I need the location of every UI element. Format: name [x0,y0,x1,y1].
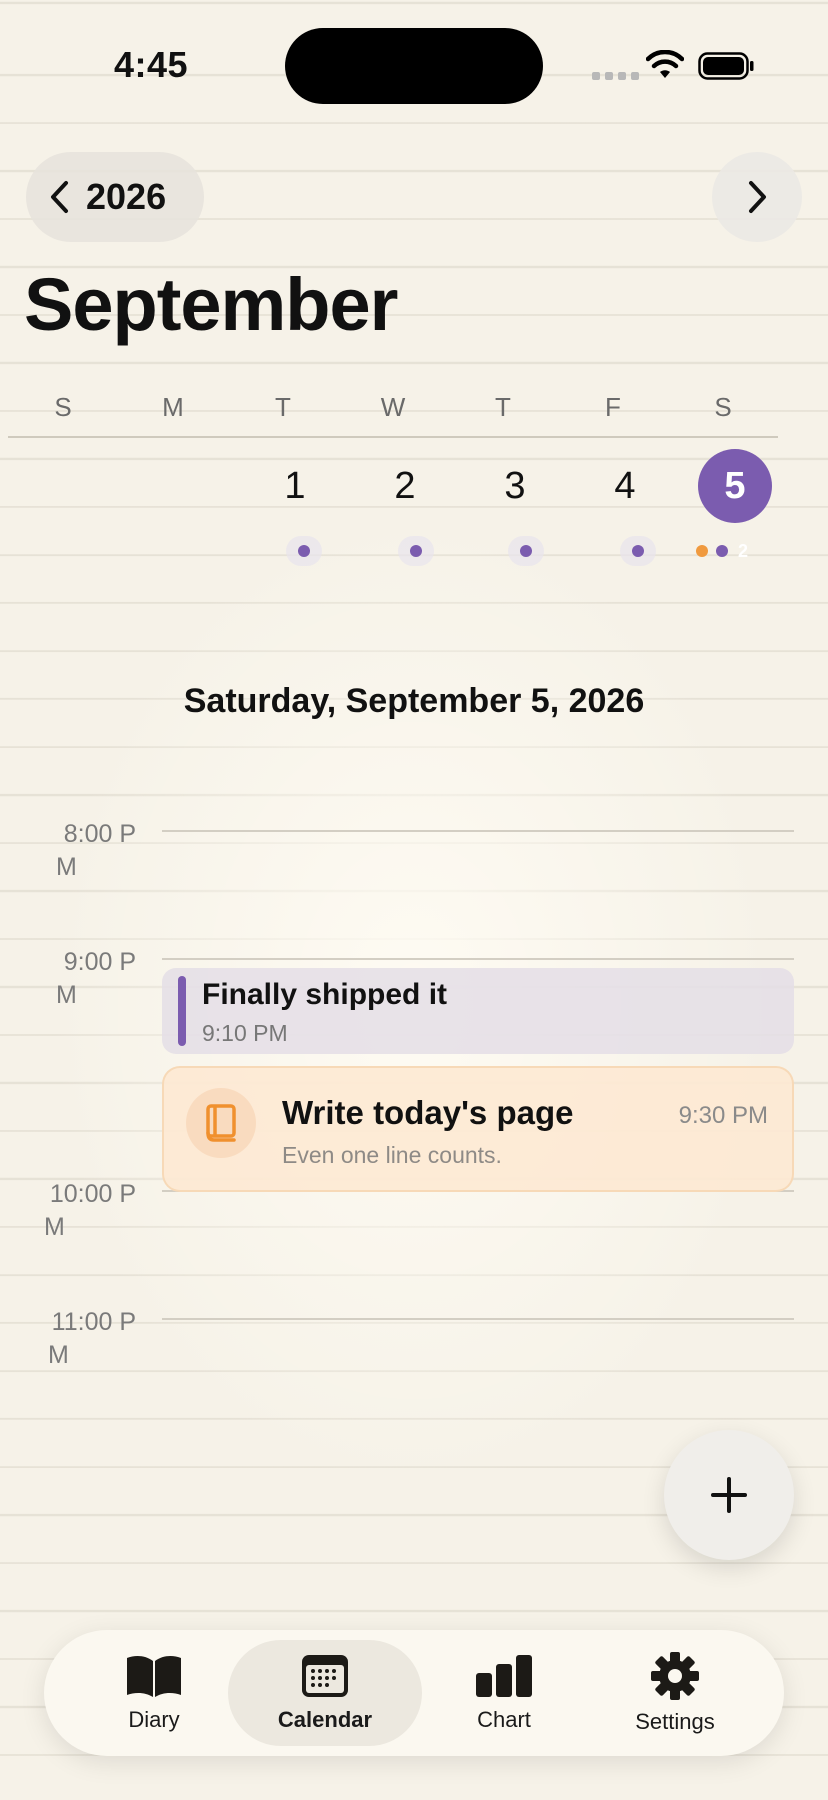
tab-settings[interactable]: Settings [610,1640,740,1746]
book-icon [186,1088,256,1158]
hour-label: 11:00 PM [48,1308,136,1369]
tab-chart[interactable]: Chart [444,1640,564,1746]
entry-title: Finally shipped it [202,978,448,1011]
week-days-row: 1 2 3 4 5 [8,446,778,526]
day-cell[interactable]: 1 [240,446,350,526]
day-cell[interactable]: 2 [350,446,460,526]
weekday-header: S M T W T F S [8,392,778,423]
entry-count: 2 [738,540,749,561]
tab-label: Settings [635,1709,715,1734]
entry-indicator [286,536,322,566]
battery-icon [698,52,754,80]
wifi-icon [646,50,684,78]
tab-label: Calendar [277,1707,373,1732]
chevron-left-icon [51,181,68,213]
weekday-label: T [275,392,291,422]
day-cell[interactable]: 3 [460,446,570,526]
entry-indicator [620,536,656,566]
weekday-label: S [714,392,732,422]
hour-line [162,1318,794,1320]
tab-bar: Diary Calendar Chart Settings [44,1630,784,1756]
weekday-label: S [54,392,72,422]
selected-date-heading: Saturday, September 5, 2026 [183,682,645,720]
calendar-icon [302,1655,348,1697]
bar-chart-icon [476,1655,532,1697]
day-cell[interactable]: 4 [570,446,680,526]
hour-line [162,830,794,832]
diary-entry-card[interactable]: Finally shipped it 9:10 PM [162,968,794,1054]
chevron-right-icon [749,181,766,213]
status-time: 4:45 [114,44,189,85]
add-entry-button[interactable] [664,1430,794,1560]
entry-indicator-multiple: 2 [696,536,748,566]
weekday-label: W [380,392,406,422]
weekday-label: M [162,392,184,422]
book-open-icon [127,1656,181,1697]
gear-icon [651,1652,699,1700]
entry-color-bar [178,976,186,1046]
reminder-card[interactable]: Write today's page Even one line counts.… [162,1066,794,1192]
tab-label: Chart [477,1707,531,1732]
weekday-label: T [495,392,511,422]
tab-label: Diary [128,1707,180,1732]
hour-label: 9:00 PM [56,948,136,1009]
day-cell-selected[interactable]: 5 [680,446,790,526]
dynamic-island [285,28,543,104]
previous-year-button[interactable]: 2026 [26,152,204,242]
selected-day-number: 5 [698,449,772,523]
tab-calendar[interactable]: Calendar [228,1640,422,1746]
entry-time: 9:10 PM [202,1020,288,1046]
month-title: September [24,263,398,346]
week-divider [8,436,778,438]
entry-indicator [398,536,434,566]
entry-indicator [508,536,544,566]
reminder-subtitle: Even one line counts. [282,1142,502,1168]
cellular-signal-icon [592,72,639,80]
weekday-label: F [605,392,621,422]
tab-diary[interactable]: Diary [94,1640,214,1746]
reminder-time: 9:30 PM [678,1102,768,1129]
year-label: 2026 [86,176,167,217]
hour-line [162,958,794,960]
hour-label: 10:00 PM [44,1180,136,1241]
reminder-title: Write today's page [282,1094,574,1131]
hour-label: 8:00 PM [56,820,136,881]
plus-icon [711,1477,747,1513]
next-month-button[interactable] [712,152,802,242]
